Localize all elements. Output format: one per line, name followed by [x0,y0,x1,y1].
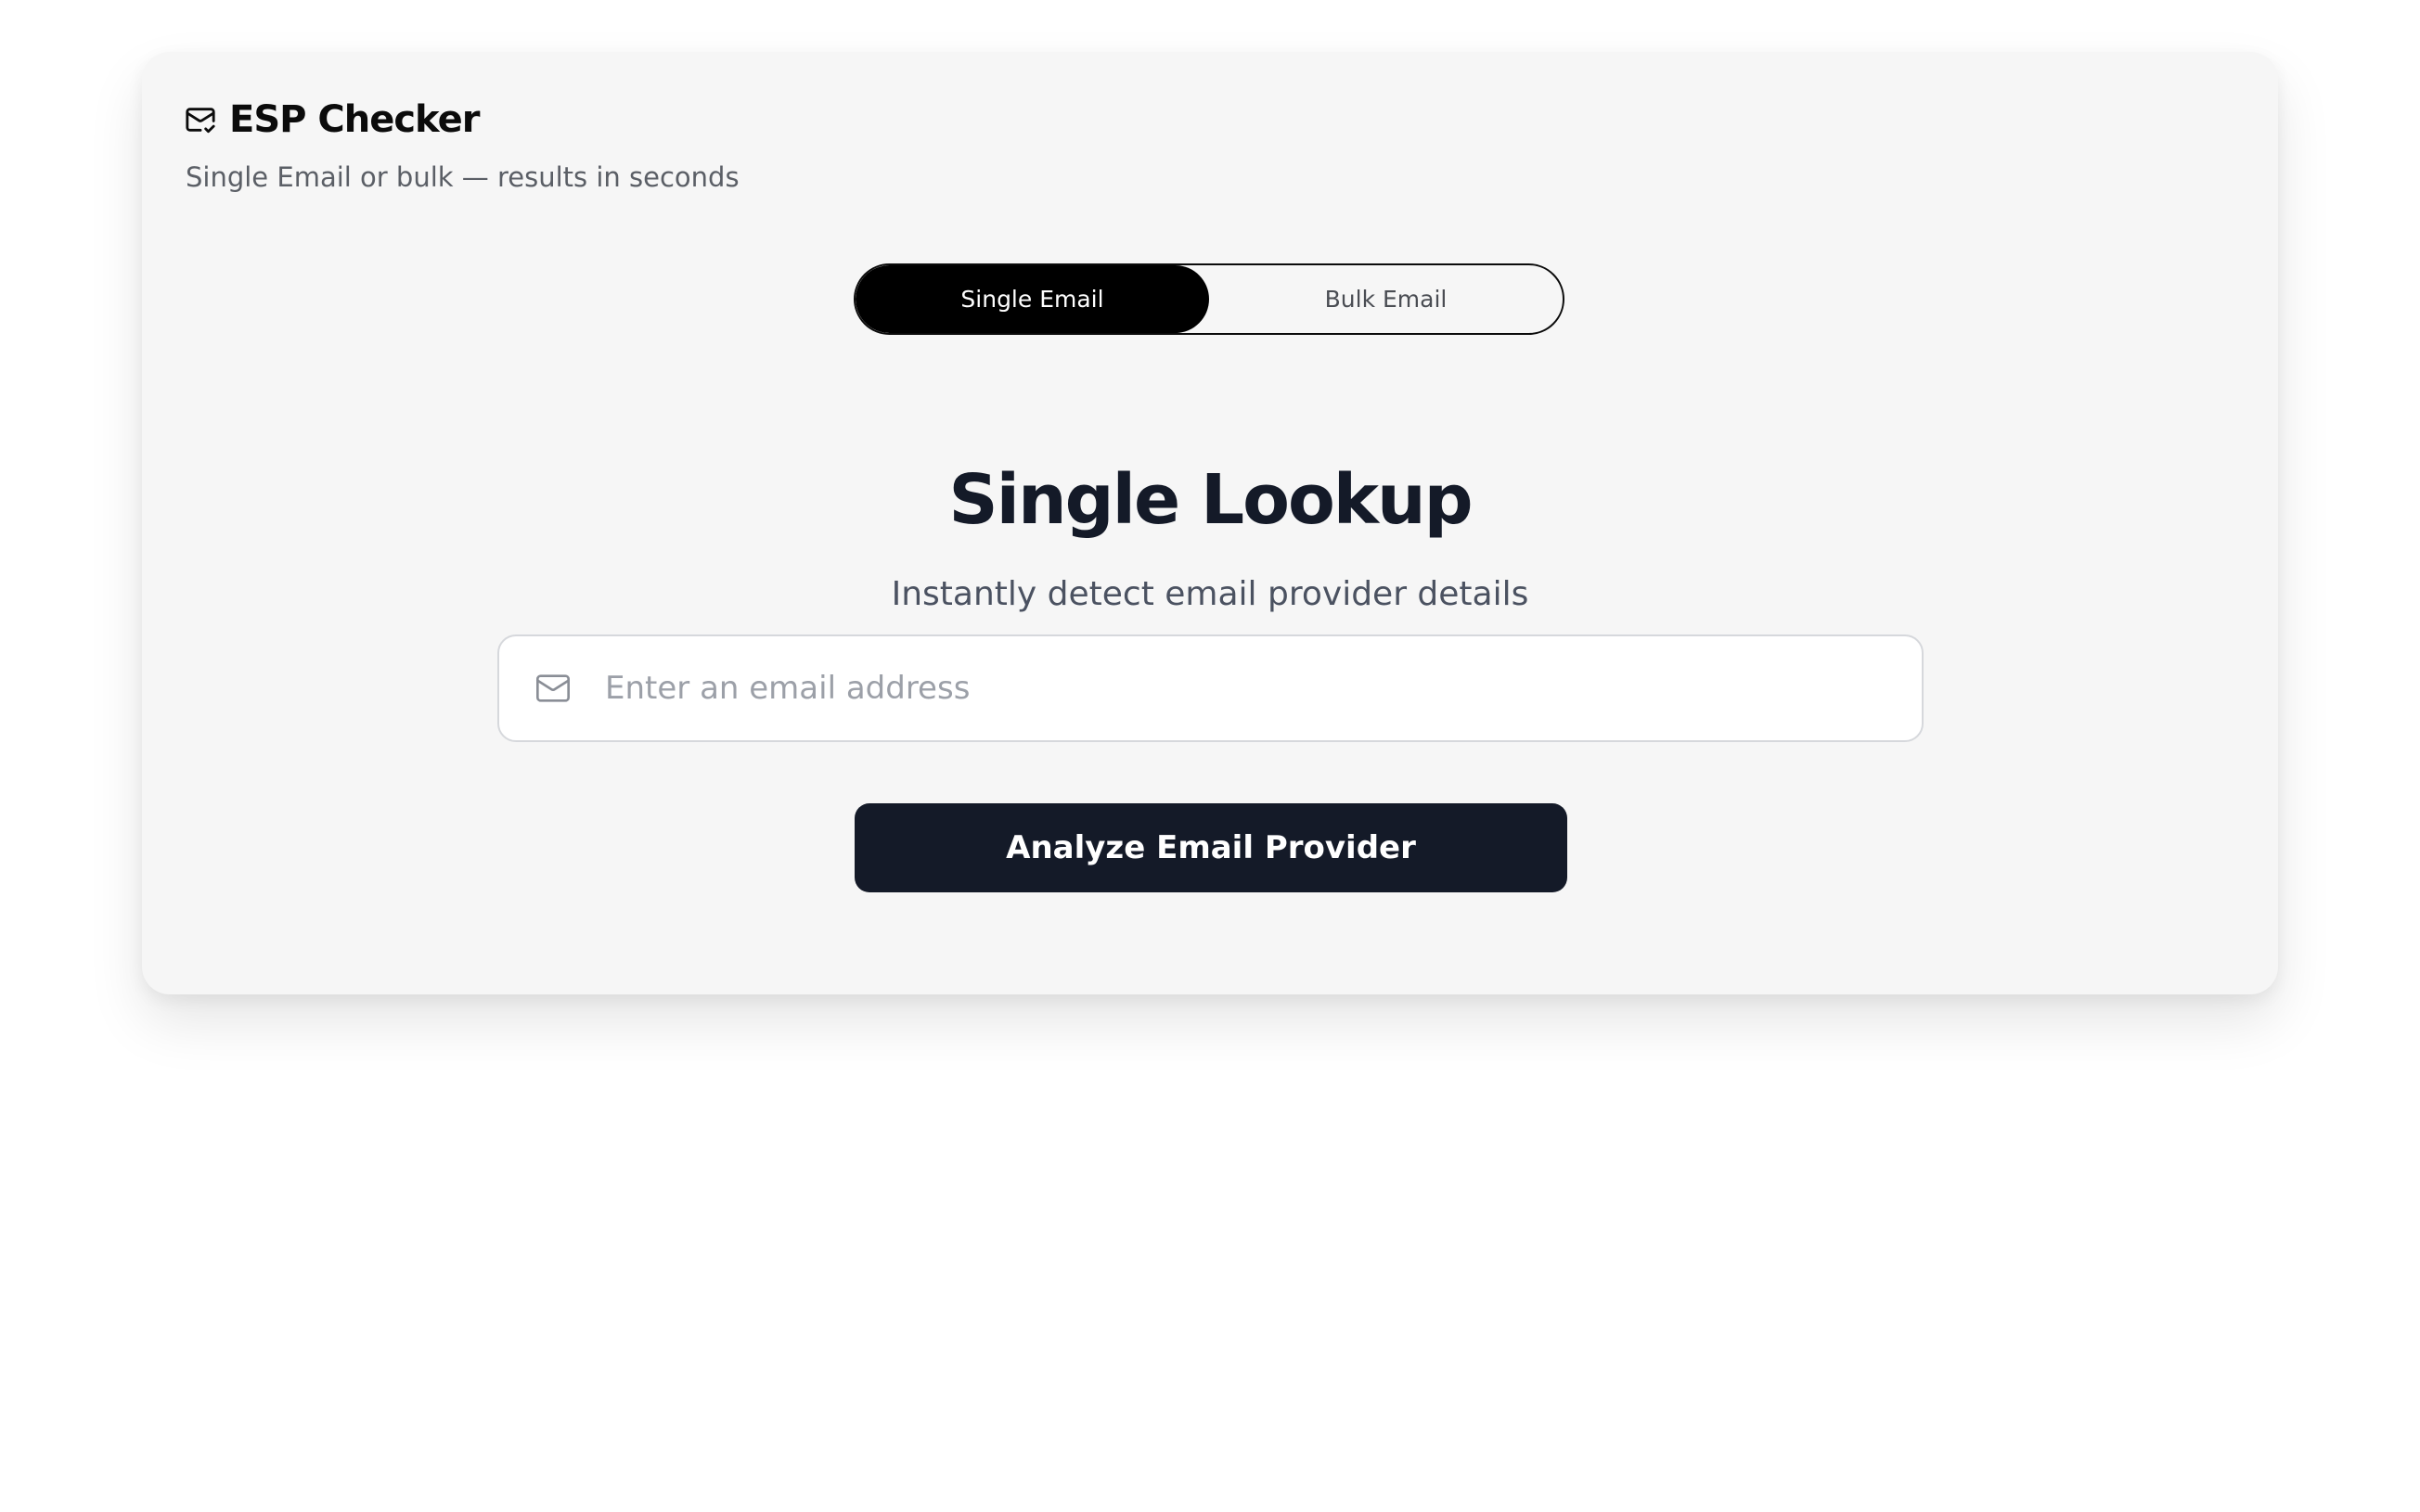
tab-single-email[interactable]: Single Email [856,265,1209,333]
page-title: Single Lookup [948,460,1473,540]
app-title: ESP Checker [229,98,480,141]
page-subtitle: Instantly detect email provider details [891,575,1529,613]
mode-toggle: Single Email Bulk Email [854,263,1564,335]
app-subtitle: Single Email or bulk — results in second… [186,161,740,193]
analyze-button[interactable]: Analyze Email Provider [855,803,1567,892]
brand: ESP Checker [185,98,480,141]
email-field[interactable] [497,634,1924,742]
mail-check-icon [186,108,215,134]
email-input[interactable] [603,669,1887,708]
tab-bulk-email[interactable]: Bulk Email [1209,265,1563,333]
checker-card: ESP Checker Single Email or bulk — resul… [142,52,2278,994]
mail-icon [536,674,570,702]
